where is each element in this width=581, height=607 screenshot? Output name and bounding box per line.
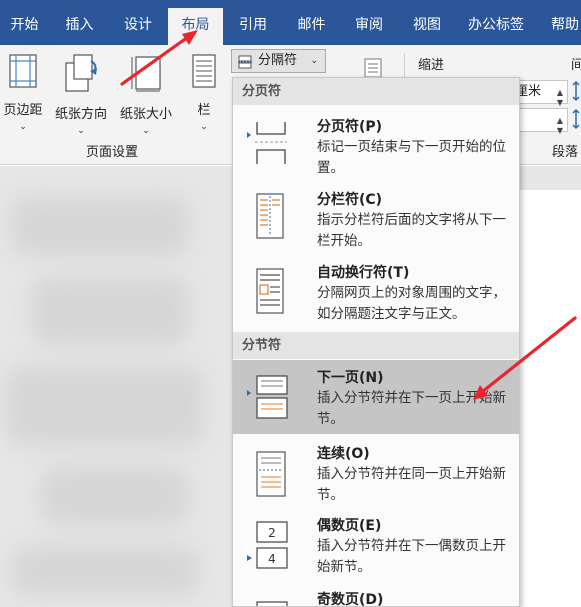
annotation-arrows [120, 30, 577, 400]
annotation-arrow-icon [120, 30, 198, 86]
annotation-arrow-icon [473, 316, 577, 400]
